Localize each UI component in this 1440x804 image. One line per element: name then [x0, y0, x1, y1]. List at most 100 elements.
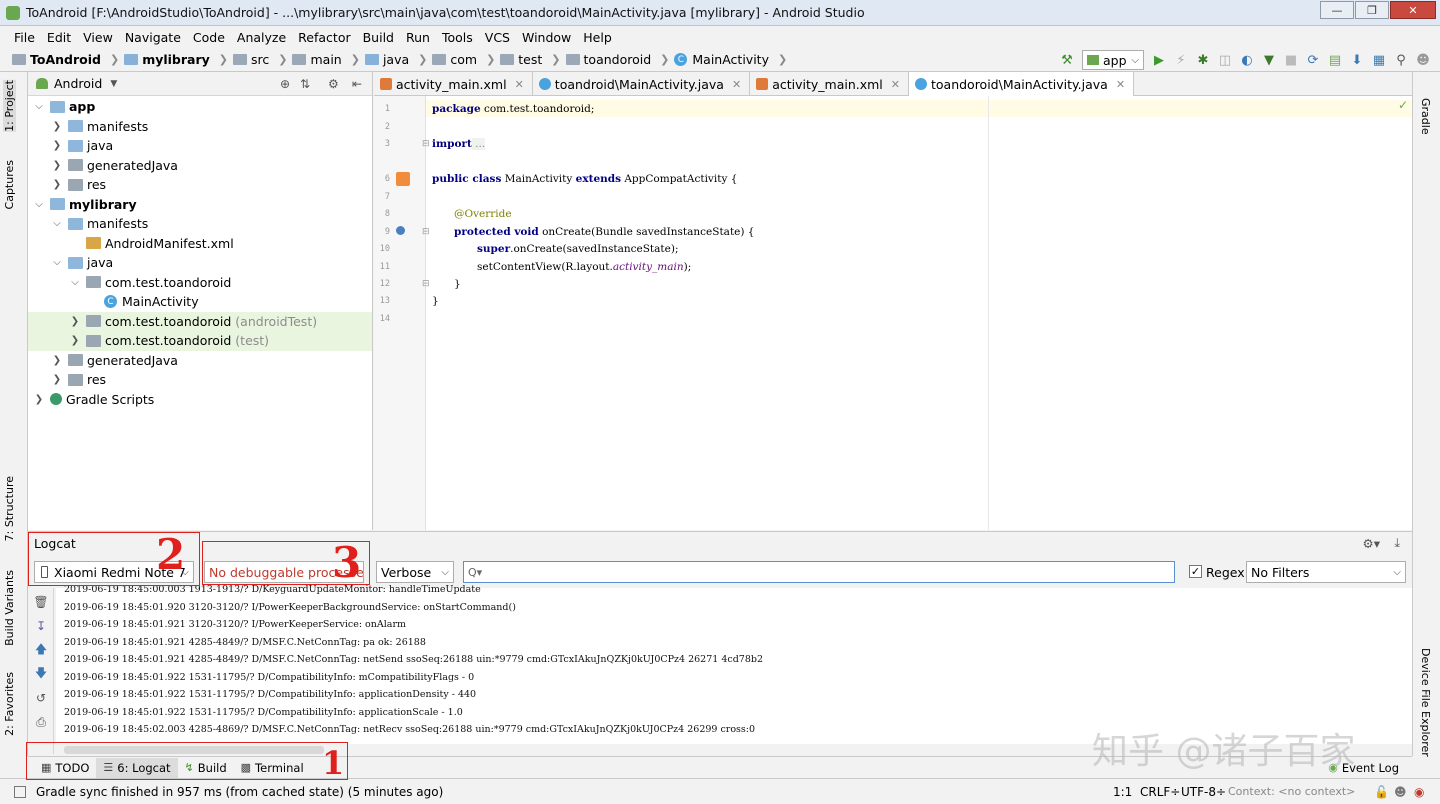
filter-config-select[interactable]: No Filters ⌵ [1246, 561, 1406, 583]
scroll-from-source-icon[interactable]: ⊕ [280, 77, 290, 91]
breadcrumb-com[interactable]: com [432, 52, 477, 67]
breadcrumb-java[interactable]: java [364, 52, 409, 67]
context-indicator[interactable]: Context: <no context> [1228, 785, 1355, 798]
menu-build[interactable]: Build [357, 30, 400, 45]
menu-window[interactable]: Window [516, 30, 577, 45]
scroll-to-end-icon[interactable]: ↧ [31, 616, 51, 636]
breadcrumb-module[interactable]: mylibrary [124, 52, 210, 67]
tab-build-variants[interactable]: Build Variants [3, 570, 16, 646]
minimize-button[interactable]: — [1320, 1, 1354, 19]
breadcrumb-main[interactable]: main [292, 52, 342, 67]
tree-item-lib-generatedjava[interactable]: ❯ generatedJava [28, 351, 372, 371]
tab-favorites[interactable]: 2: Favorites [3, 672, 16, 736]
tab-gradle[interactable]: Gradle [1419, 98, 1432, 135]
menu-vcs[interactable]: VCS [479, 30, 516, 45]
arrow-down-icon[interactable]: 🡇 [31, 664, 51, 684]
search-everywhere-icon[interactable]: ⚲ [1390, 50, 1412, 70]
tree-item-gradle-scripts[interactable]: ❯ Gradle Scripts [28, 390, 372, 410]
caret-position[interactable]: 1:1 [1113, 785, 1132, 799]
tree-item-app-manifests[interactable]: ❯ manifests [28, 117, 372, 137]
tree-item-package-androidtest[interactable]: ❯ com.test.toandoroid (androidTest) [28, 311, 372, 331]
inspector-icon[interactable]: ☻ [1394, 785, 1407, 799]
chevron-down-icon[interactable]: ▼ [110, 79, 117, 89]
file-encoding[interactable]: UTF-8÷ [1181, 785, 1226, 799]
breadcrumb-class[interactable]: C MainActivity [674, 52, 769, 67]
search-input[interactable]: Q▾ [463, 561, 1175, 583]
activity-gutter-icon[interactable] [396, 172, 410, 186]
lock-icon[interactable]: 🔓 [1374, 785, 1389, 799]
close-icon[interactable]: ✕ [891, 78, 900, 91]
menu-edit[interactable]: Edit [41, 30, 77, 45]
print-icon[interactable]: ⎙ [31, 712, 51, 732]
collapse-all-icon[interactable]: ⇅ [300, 77, 310, 91]
menu-analyze[interactable]: Analyze [231, 30, 292, 45]
menu-help[interactable]: Help [577, 30, 618, 45]
restart-icon[interactable]: ↺ [31, 688, 51, 708]
hide-panel-icon[interactable]: ⤓ [1394, 535, 1400, 551]
tree-item-mainactivity[interactable]: C MainActivity [28, 292, 372, 312]
menu-run[interactable]: Run [400, 30, 436, 45]
memory-icon[interactable]: ◉ [1414, 785, 1424, 799]
close-icon[interactable]: ✕ [732, 78, 741, 91]
fold-icon[interactable]: ⊟ [422, 139, 430, 149]
tree-item-package-test[interactable]: ❯ com.test.toandoroid (test) [28, 331, 372, 351]
user-icon[interactable]: ☻ [1412, 50, 1434, 70]
regex-checkbox[interactable]: ✓ [1189, 565, 1202, 578]
tab-activity-main-xml-1[interactable]: activity_main.xml ✕ [374, 72, 533, 96]
tab-device-file-explorer[interactable]: Device File Explorer [1419, 648, 1432, 757]
tab-structure[interactable]: 7: Structure [3, 476, 16, 541]
project-structure-icon[interactable]: ▦ [1368, 50, 1390, 70]
breadcrumb-project[interactable]: ToAndroid [12, 52, 101, 67]
tree-item-lib-java[interactable]: ⌵ java [28, 253, 372, 273]
menu-file[interactable]: File [8, 30, 41, 45]
code-editor[interactable]: 1 2 3 6 7 8 9 10 11 12 13 14 ⊟ ⊟ ⊟ packa… [374, 96, 1412, 530]
trash-icon[interactable]: 🗑 [31, 592, 51, 612]
tree-item-mylibrary[interactable]: ⌵ mylibrary [28, 195, 372, 215]
project-view-select[interactable]: Android [54, 76, 102, 91]
override-gutter-icon[interactable] [396, 226, 405, 235]
arrow-up-icon[interactable]: 🡅 [31, 640, 51, 660]
tab-project[interactable]: 1: Project [3, 80, 16, 132]
menu-view[interactable]: View [77, 30, 119, 45]
log-level-select[interactable]: Verbose ⌵ [376, 561, 454, 583]
close-button[interactable]: ✕ [1390, 1, 1436, 19]
run-config-select[interactable]: app ⌵ [1082, 50, 1144, 70]
debug-icon[interactable]: ✱ [1192, 50, 1214, 70]
tree-item-app-res[interactable]: ❯ res [28, 175, 372, 195]
gear-icon[interactable]: ⚙ [328, 77, 339, 91]
tab-captures[interactable]: Captures [3, 160, 16, 209]
tree-item-app-java[interactable]: ❯ java [28, 136, 372, 156]
profile-icon[interactable]: ◐ [1236, 50, 1258, 70]
hide-panel-icon[interactable]: ⇤ [352, 77, 362, 91]
avd-manager-icon[interactable]: ▤ [1324, 50, 1346, 70]
close-icon[interactable]: ✕ [515, 78, 524, 91]
tree-item-lib-res[interactable]: ❯ res [28, 370, 372, 390]
tree-item-app[interactable]: ⌵ app [28, 97, 372, 117]
menu-navigate[interactable]: Navigate [119, 30, 187, 45]
breadcrumb-package[interactable]: toandoroid [565, 52, 651, 67]
close-icon[interactable]: ✕ [1116, 78, 1125, 91]
breadcrumb-test[interactable]: test [500, 52, 542, 67]
gear-icon[interactable]: ⚙▾ [1363, 536, 1380, 551]
fold-icon[interactable]: ⊟ [422, 279, 430, 289]
tree-item-app-generatedjava[interactable]: ❯ generatedJava [28, 156, 372, 176]
attach-debugger-icon[interactable]: ▼ [1258, 50, 1280, 70]
sdk-manager-icon[interactable]: ⬇ [1346, 50, 1368, 70]
tree-item-androidmanifest[interactable]: AndroidManifest.xml [28, 234, 372, 254]
breadcrumb-src[interactable]: src [233, 52, 269, 67]
logcat-output[interactable]: 2019-06-19 18:45:00.003 1913-1913/? D/Ke… [56, 584, 1412, 744]
menu-code[interactable]: Code [187, 30, 231, 45]
coverage-icon[interactable]: ◫ [1214, 50, 1236, 70]
run-icon[interactable]: ▶ [1148, 50, 1170, 70]
line-separator[interactable]: CRLF÷ [1140, 785, 1180, 799]
tree-item-package[interactable]: ⌵ com.test.toandoroid [28, 273, 372, 293]
menu-tools[interactable]: Tools [436, 30, 479, 45]
tab-toandoroid-mainactivity[interactable]: toandoroid\MainActivity.java ✕ [908, 72, 1135, 96]
fold-icon[interactable]: ⊟ [422, 227, 430, 237]
restore-button[interactable]: ❐ [1355, 1, 1389, 19]
menu-refactor[interactable]: Refactor [292, 30, 356, 45]
tree-item-lib-manifests[interactable]: ⌵ manifests [28, 214, 372, 234]
tab-toandroid-mainactivity[interactable]: toandroid\MainActivity.java ✕ [533, 72, 751, 96]
tool-window-toggle-icon[interactable] [14, 785, 26, 798]
tab-activity-main-xml-2[interactable]: activity_main.xml ✕ [750, 72, 909, 96]
